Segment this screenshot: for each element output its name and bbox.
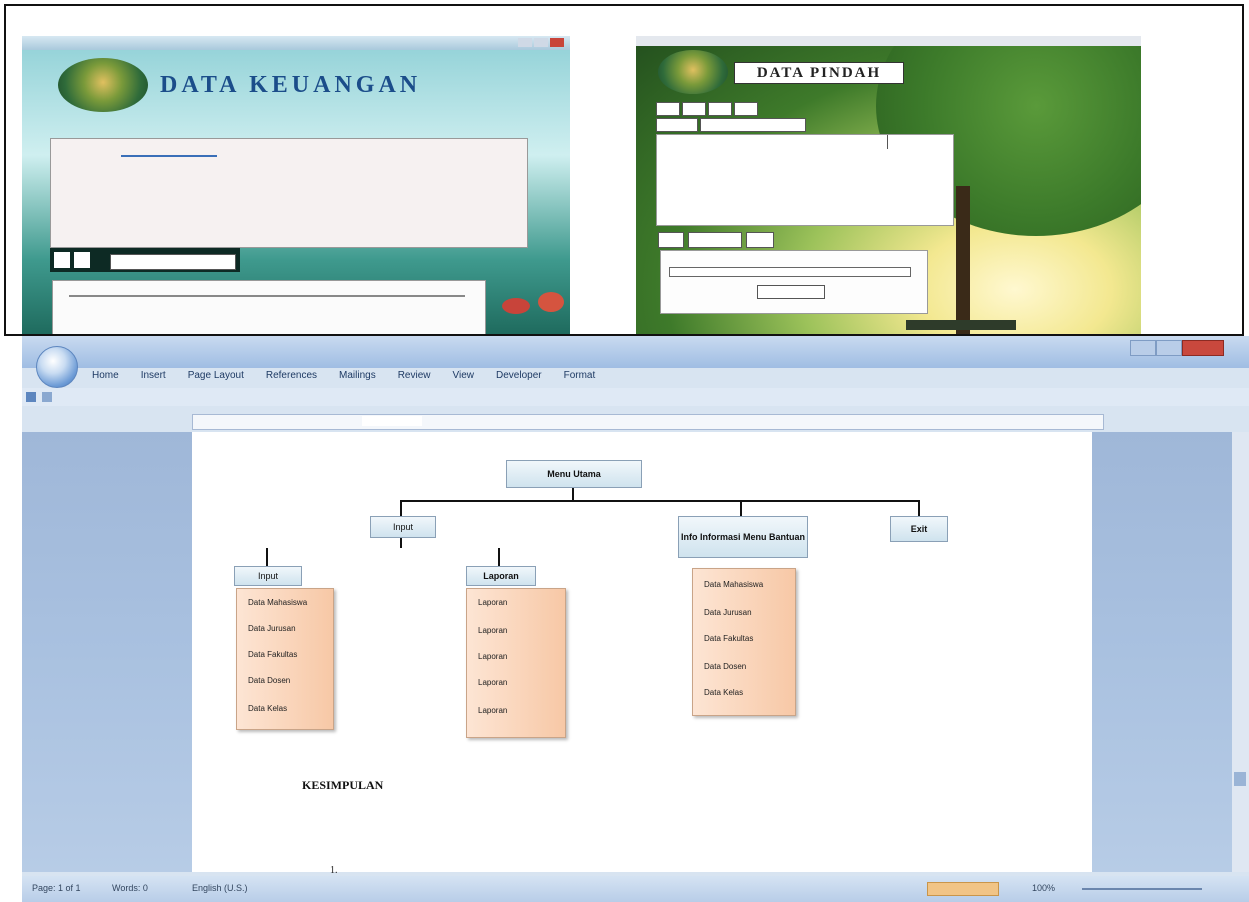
finance-app-titlebar	[22, 36, 570, 50]
connector-line	[498, 548, 500, 566]
menu-button-3[interactable]	[708, 102, 732, 116]
toolbar-button-2[interactable]	[74, 252, 90, 268]
list-item: Data Kelas	[248, 704, 288, 713]
minimize-button[interactable]	[518, 38, 532, 47]
chart-exit-box: Exit	[890, 516, 948, 542]
list-item: Data Kelas	[704, 688, 744, 697]
connector-line	[266, 548, 268, 566]
transfer-app-titlebar	[636, 36, 1141, 46]
chart-report-child: Laporan	[466, 566, 536, 586]
close-button[interactable]	[1182, 340, 1224, 356]
section-heading: KESIMPULAN	[302, 778, 384, 792]
chart-root-box: Menu Utama	[506, 460, 642, 488]
view-buttons[interactable]	[927, 882, 999, 896]
tree-trunk	[956, 186, 970, 334]
vertical-scrollbar[interactable]	[1232, 432, 1249, 872]
menu-button-1[interactable]	[656, 102, 680, 116]
word-titlebar	[22, 336, 1249, 368]
data-grid[interactable]	[50, 138, 528, 248]
action-button-2[interactable]	[688, 232, 742, 248]
transfer-form-panel	[660, 250, 928, 314]
action-button-3[interactable]	[746, 232, 774, 248]
document-canvas	[22, 432, 1249, 872]
form-submit-button[interactable]	[757, 285, 825, 299]
action-button-1[interactable]	[658, 232, 684, 248]
app-title: DATA PINDAH	[734, 62, 904, 84]
word-window: Home Insert Page Layout References Maili…	[22, 336, 1249, 902]
column-divider	[887, 135, 888, 149]
list-item: Data Mahasiswa	[704, 580, 764, 589]
list-item: Data Dosen	[704, 662, 747, 671]
connector-line	[918, 500, 920, 516]
quick-access-toolbar	[22, 388, 1249, 406]
tab-review[interactable]: Review	[398, 370, 431, 381]
tab-view[interactable]: View	[453, 370, 475, 381]
transfer-app-screenshot: DATA PINDAH	[636, 36, 1141, 334]
list-item: Data Jurusan	[704, 608, 752, 617]
form-input[interactable]	[669, 267, 911, 277]
flower-icon	[502, 298, 530, 314]
list-item: Data Dosen	[248, 676, 291, 685]
minimize-button[interactable]	[1130, 340, 1156, 356]
tab-home[interactable]: Home	[92, 370, 119, 381]
flower-icon	[538, 292, 564, 312]
connector-line	[740, 500, 742, 516]
app-title: DATA KEUANGAN	[160, 72, 422, 98]
ruler-indent-marker[interactable]	[362, 416, 422, 426]
nav-button-2[interactable]	[700, 118, 806, 132]
list-item: Data Mahasiswa	[248, 598, 308, 607]
connector-line	[400, 500, 920, 502]
status-bar: Page: 1 of 1 Words: 0 English (U.S.) 100…	[22, 876, 1249, 902]
tab-developer[interactable]: Developer	[496, 370, 542, 381]
transfer-table[interactable]	[656, 134, 954, 226]
numbered-item: 1.	[330, 865, 338, 876]
zoom-slider[interactable]	[1082, 888, 1202, 890]
horizontal-ruler[interactable]	[192, 414, 1104, 430]
chart-input-box: Input	[370, 516, 436, 538]
tab-insert[interactable]: Insert	[141, 370, 166, 381]
page-count[interactable]: Page: 1 of 1	[32, 883, 81, 893]
list-item: Data Fakultas	[704, 634, 754, 643]
report-items-box	[466, 588, 566, 738]
list-item: Laporan	[478, 652, 508, 661]
undo-icon[interactable]	[42, 392, 52, 402]
list-item: Laporan	[478, 598, 508, 607]
bench	[906, 320, 1016, 330]
logo-icon	[658, 50, 728, 94]
list-item: Laporan	[478, 678, 508, 687]
word-count[interactable]: Words: 0	[112, 883, 148, 893]
list-item: Laporan	[478, 626, 508, 635]
chart-input-child: Input	[234, 566, 302, 586]
tab-mailings[interactable]: Mailings	[339, 370, 376, 381]
list-item: Laporan	[478, 706, 508, 715]
toolbar-button-1[interactable]	[54, 252, 70, 268]
tab-references[interactable]: References	[266, 370, 317, 381]
finance-app-screenshot: DATA KEUANGAN	[22, 36, 570, 334]
ribbon-tabs: Home Insert Page Layout References Maili…	[92, 370, 595, 381]
list-item: Data Jurusan	[248, 624, 296, 633]
menu-button-2[interactable]	[682, 102, 706, 116]
toolbar-button-3[interactable]	[110, 254, 236, 270]
scroll-thumb[interactable]	[1234, 772, 1246, 786]
maximize-button[interactable]	[534, 38, 548, 47]
tab-format[interactable]: Format	[564, 370, 596, 381]
form-input-line[interactable]	[69, 295, 465, 297]
chart-info-box: Info Informasi Menu Bantuan	[678, 516, 808, 558]
input-form-panel	[52, 280, 486, 334]
save-icon[interactable]	[26, 392, 36, 402]
zoom-level[interactable]: 100%	[1032, 883, 1055, 893]
list-item: Data Fakultas	[248, 650, 298, 659]
nav-button-1[interactable]	[656, 118, 698, 132]
connector-line	[572, 488, 574, 500]
maximize-button[interactable]	[1156, 340, 1182, 356]
close-button[interactable]	[550, 38, 564, 47]
office-button[interactable]	[36, 346, 78, 388]
selection-underline	[121, 155, 217, 157]
language[interactable]: English (U.S.)	[192, 883, 248, 893]
tab-page-layout[interactable]: Page Layout	[188, 370, 244, 381]
menu-button-4[interactable]	[734, 102, 758, 116]
logo-icon	[58, 58, 148, 112]
